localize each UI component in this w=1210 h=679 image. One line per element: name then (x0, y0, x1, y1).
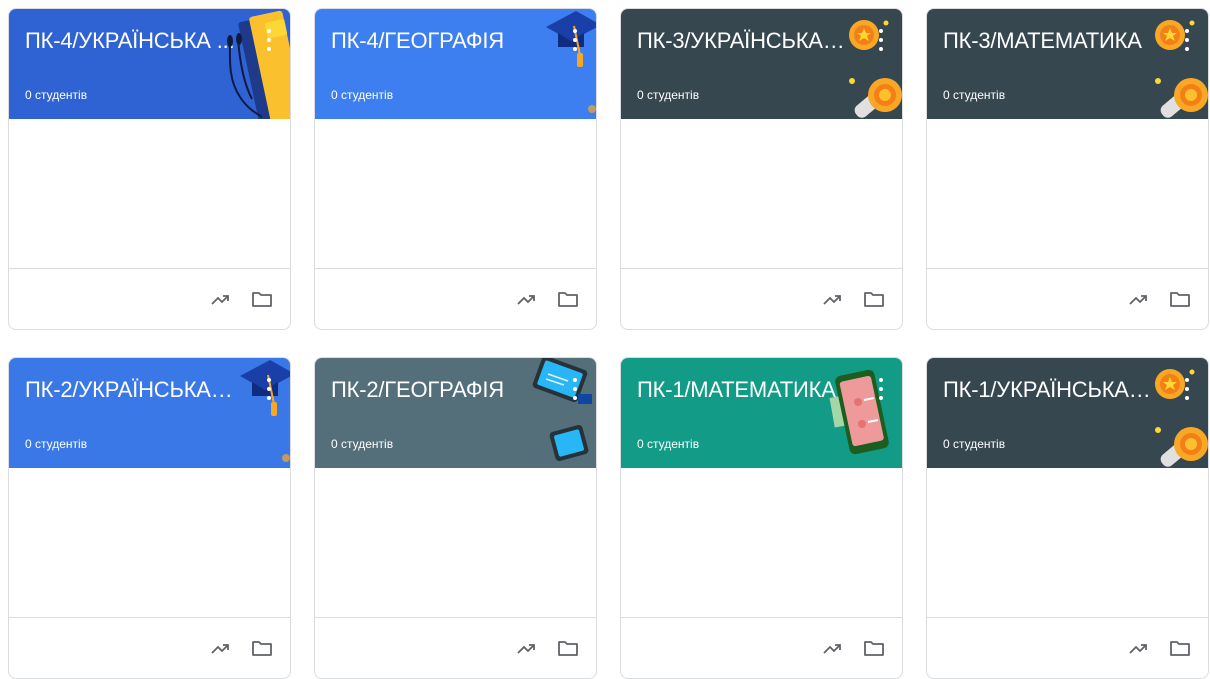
class-card-footer (315, 269, 596, 329)
class-card-banner[interactable]: ПК-2/ГЕОГРАФІЯ 0 студентів (315, 358, 596, 468)
folder-icon[interactable] (862, 287, 886, 311)
trending-up-icon[interactable] (514, 287, 538, 311)
graduation-cap-illustration (240, 360, 290, 462)
trending-up-icon[interactable] (1126, 636, 1150, 660)
student-count: 0 студентів (331, 437, 394, 451)
class-card-footer (9, 269, 290, 329)
class-card-banner[interactable]: ПК-1/УКРАЇНСЬКА М... 0 студентів (927, 358, 1208, 468)
class-card-body (927, 468, 1208, 618)
folder-icon[interactable] (250, 287, 274, 311)
class-card-banner[interactable]: ПК-4/УКРАЇНСЬКА ... 0 студентів (9, 9, 290, 119)
class-card[interactable]: ПК-1/УКРАЇНСЬКА М... 0 студентів (926, 357, 1209, 679)
more-vert-icon[interactable] (874, 29, 888, 51)
class-card[interactable]: ПК-1/МАТЕМАТИКА 0 студентів (620, 357, 903, 679)
trending-up-icon[interactable] (208, 636, 232, 660)
trending-up-icon[interactable] (514, 636, 538, 660)
student-count: 0 студентів (25, 437, 88, 451)
tablets-illustration (532, 358, 592, 461)
folder-icon[interactable] (1168, 287, 1192, 311)
trending-up-icon[interactable] (1126, 287, 1150, 311)
student-count: 0 студентів (637, 88, 700, 102)
folder-icon[interactable] (862, 636, 886, 660)
gold-medal-illustration (1155, 369, 1208, 467)
class-card-body (927, 119, 1208, 269)
more-vert-icon[interactable] (1180, 29, 1194, 51)
headphones-books-illustration (227, 10, 290, 119)
class-card-body (315, 119, 596, 269)
folder-icon[interactable] (556, 287, 580, 311)
more-vert-icon[interactable] (1180, 378, 1194, 400)
graduation-cap-illustration (546, 11, 596, 113)
trending-up-icon[interactable] (820, 636, 844, 660)
student-count: 0 студентів (943, 437, 1006, 451)
more-vert-icon[interactable] (568, 378, 582, 400)
class-card[interactable]: ПК-2/УКРАЇНСЬКА М... 0 студентів (8, 357, 291, 679)
class-card[interactable]: ПК-3/МАТЕМАТИКА 0 студентів (926, 8, 1209, 330)
class-card-footer (315, 618, 596, 678)
class-card-banner[interactable]: ПК-3/УКРАЇНСЬКА М... 0 студентів (621, 9, 902, 119)
class-card-body (621, 119, 902, 269)
class-card-banner[interactable]: ПК-1/МАТЕМАТИКА 0 студентів (621, 358, 902, 468)
class-card-body (315, 468, 596, 618)
class-card-footer (621, 618, 902, 678)
gold-medal-illustration (1155, 20, 1208, 118)
more-vert-icon[interactable] (568, 29, 582, 51)
folder-icon[interactable] (250, 636, 274, 660)
class-card-body (9, 119, 290, 269)
student-count: 0 студентів (25, 88, 88, 102)
more-vert-icon[interactable] (262, 378, 276, 400)
class-card[interactable]: ПК-2/ГЕОГРАФІЯ 0 студентів (314, 357, 597, 679)
class-cards-grid: ПК-4/УКРАЇНСЬКА ... 0 студентів ПК-4/ГЕО… (8, 8, 1209, 679)
class-card[interactable]: ПК-3/УКРАЇНСЬКА М... 0 студентів (620, 8, 903, 330)
class-card-banner[interactable]: ПК-2/УКРАЇНСЬКА М... 0 студентів (9, 358, 290, 468)
student-count: 0 студентів (637, 437, 700, 451)
class-card-banner[interactable]: ПК-3/МАТЕМАТИКА 0 студентів (927, 9, 1208, 119)
more-vert-icon[interactable] (262, 29, 276, 51)
class-card-footer (9, 618, 290, 678)
class-card-banner[interactable]: ПК-4/ГЕОГРАФІЯ 0 студентів (315, 9, 596, 119)
phone-illustration (829, 369, 889, 455)
class-card-footer (621, 269, 902, 329)
trending-up-icon[interactable] (820, 287, 844, 311)
class-card[interactable]: ПК-4/ГЕОГРАФІЯ 0 студентів (314, 8, 597, 330)
folder-icon[interactable] (1168, 636, 1192, 660)
more-vert-icon[interactable] (874, 378, 888, 400)
class-card-footer (927, 269, 1208, 329)
class-card-body (621, 468, 902, 618)
trending-up-icon[interactable] (208, 287, 232, 311)
class-card-footer (927, 618, 1208, 678)
student-count: 0 студентів (331, 88, 394, 102)
class-card[interactable]: ПК-4/УКРАЇНСЬКА ... 0 студентів (8, 8, 291, 330)
folder-icon[interactable] (556, 636, 580, 660)
student-count: 0 студентів (943, 88, 1006, 102)
gold-medal-illustration (849, 20, 902, 118)
class-card-body (9, 468, 290, 618)
